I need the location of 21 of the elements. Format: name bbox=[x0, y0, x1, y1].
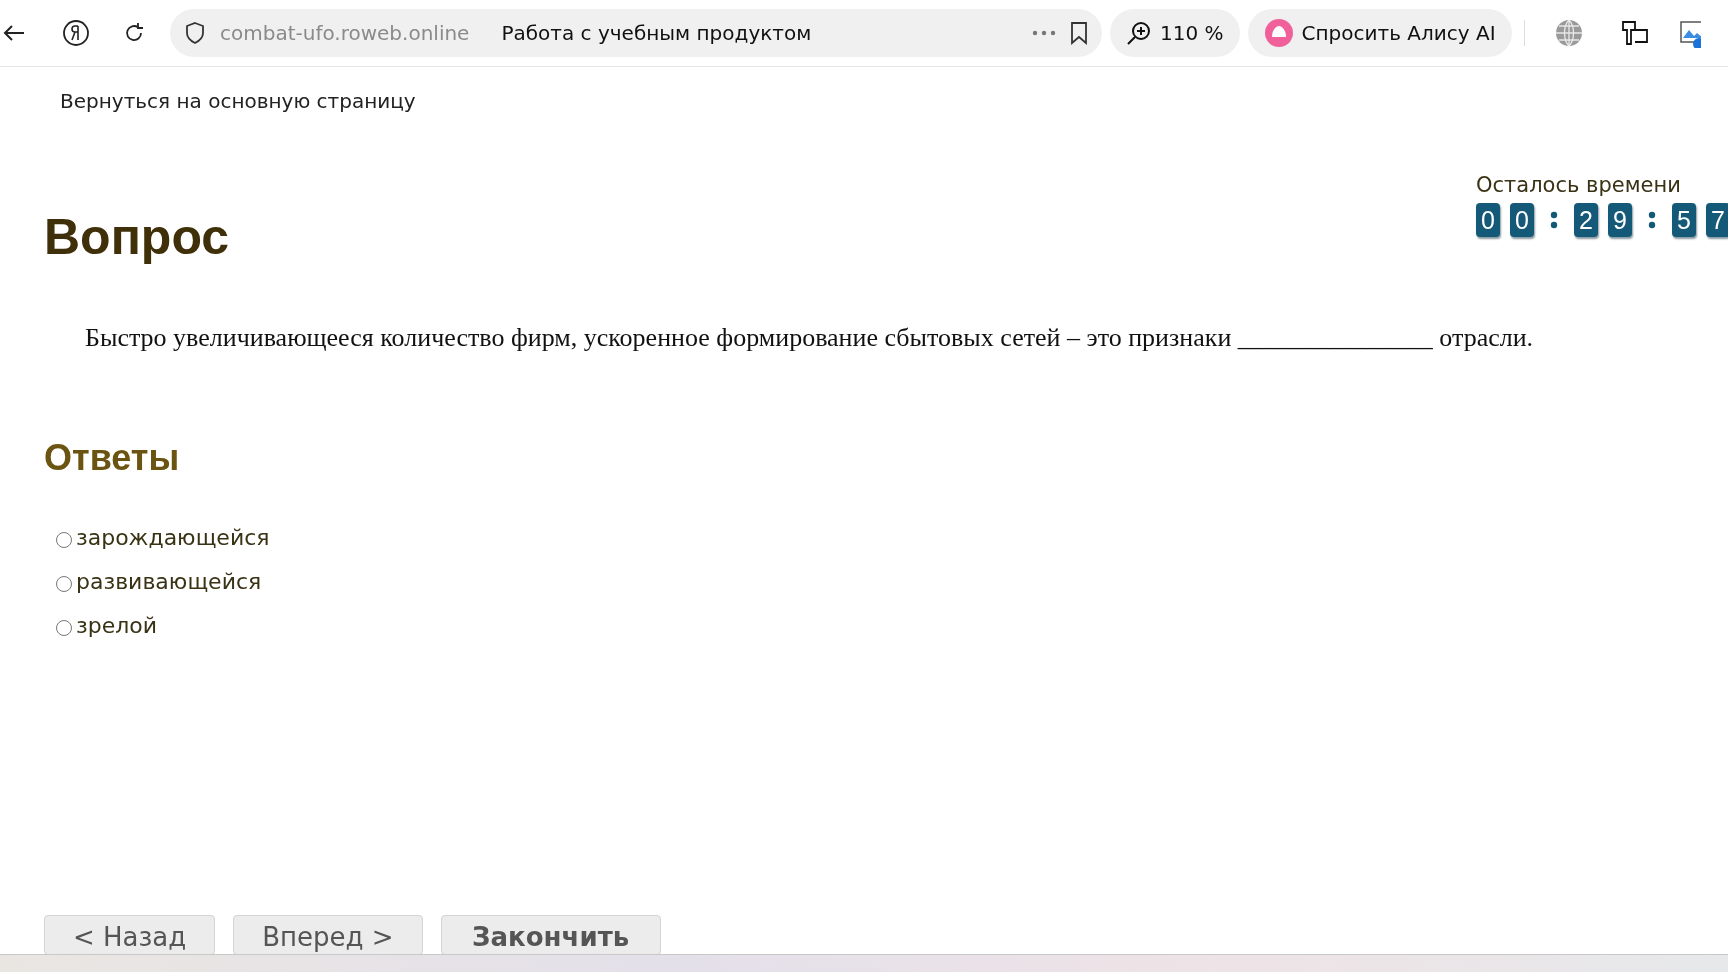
timer-digit: 7 bbox=[1706, 203, 1728, 237]
answer-option[interactable]: зрелой bbox=[56, 613, 158, 638]
option-label: зрелой bbox=[76, 613, 158, 638]
timer-digit: 9 bbox=[1608, 203, 1632, 237]
assistant-button[interactable]: Спросить Алису AI bbox=[1247, 9, 1512, 57]
timer-digit: 0 bbox=[1510, 203, 1534, 237]
timer-label: Осталось времени bbox=[1476, 173, 1681, 197]
finish-button[interactable]: Закончить bbox=[440, 915, 661, 955]
back-link[interactable]: Вернуться на основную страницу bbox=[60, 89, 416, 113]
timer-digit: 0 bbox=[1476, 203, 1500, 237]
zoom-button[interactable]: 110 % bbox=[1110, 9, 1240, 57]
timer-digit: 2 bbox=[1574, 203, 1598, 237]
answers-heading: Ответы bbox=[44, 437, 181, 479]
nav-button[interactable]: Вперед > bbox=[233, 915, 423, 955]
nav-button[interactable]: < Назад bbox=[44, 915, 216, 955]
timer-digit: 5 bbox=[1672, 203, 1696, 237]
url-text: combat-ufo.roweb.online bbox=[220, 21, 470, 45]
page-title: Работа с учебным продуктом bbox=[501, 21, 813, 45]
question-heading: Вопрос bbox=[44, 208, 230, 267]
address-bar[interactable]: combat-ufo.roweb.online Работа с учебным продуктом bbox=[170, 9, 1102, 57]
question-text: Быстро увеличивающееся количество фирм, ускоренное формирование сбытовых сетей – это признаки _______________ отрасли. bbox=[85, 323, 1535, 353]
